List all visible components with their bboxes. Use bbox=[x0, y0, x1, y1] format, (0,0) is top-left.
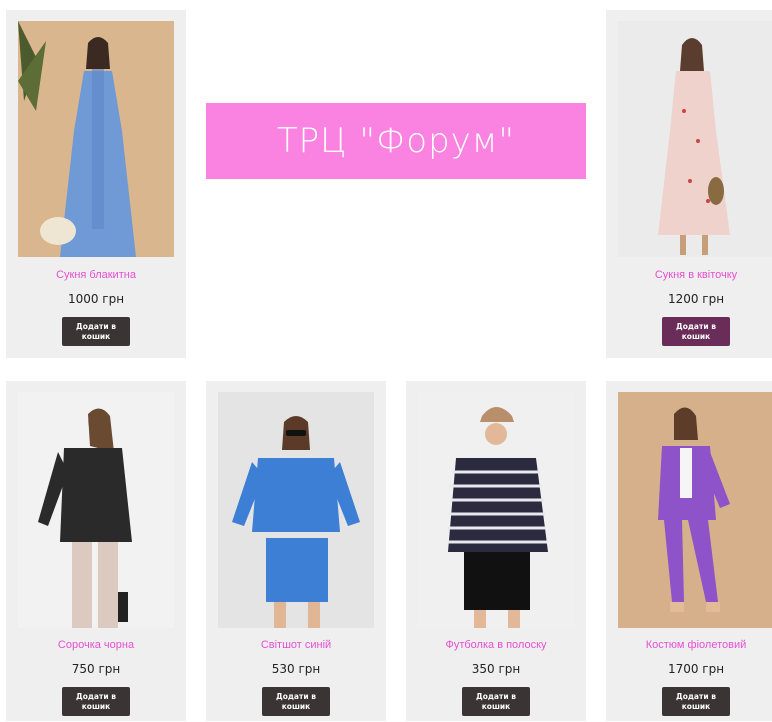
product-price: 1700 грн bbox=[667, 662, 725, 676]
product-card: Сорочка чорна 750 грн Додати в кошик bbox=[6, 381, 186, 721]
product-price: 350 грн bbox=[471, 662, 521, 676]
product-name-link[interactable]: Світшот синій bbox=[206, 639, 386, 651]
add-to-cart-button[interactable]: Додати в кошик bbox=[462, 687, 530, 716]
product-card: Футболка в полоску 350 грн Додати в коши… bbox=[406, 381, 586, 721]
add-to-cart-button[interactable]: Додати в кошик bbox=[662, 687, 730, 716]
product-card: Сукня в квіточку 1200 грн Додати в кошик bbox=[606, 10, 772, 358]
product-card: Костюм фіолетовий 1700 грн Додати в коши… bbox=[606, 381, 772, 721]
product-price: 1200 грн bbox=[667, 292, 725, 306]
add-to-cart-button[interactable]: Додати в кошик bbox=[62, 317, 130, 346]
product-image[interactable] bbox=[418, 392, 574, 628]
product-price: 530 грн bbox=[271, 662, 321, 676]
product-name-link[interactable]: Костюм фіолетовий bbox=[606, 639, 772, 651]
product-name-link[interactable]: Сорочка чорна bbox=[6, 639, 186, 651]
product-image[interactable] bbox=[218, 392, 374, 628]
product-card: Сукня блакитна 1000 грн Додати в кошик bbox=[6, 10, 186, 358]
product-name-link[interactable]: Футболка в полоску bbox=[406, 639, 586, 651]
product-name-link[interactable]: Сукня блакитна bbox=[6, 269, 186, 281]
add-to-cart-button[interactable]: Додати в кошик bbox=[662, 317, 730, 346]
add-to-cart-button[interactable]: Додати в кошик bbox=[62, 687, 130, 716]
product-image[interactable] bbox=[18, 21, 174, 257]
product-price: 1000 грн bbox=[67, 292, 125, 306]
product-image[interactable] bbox=[618, 392, 772, 628]
product-name-link[interactable]: Сукня в квіточку bbox=[606, 269, 772, 281]
product-price: 750 грн bbox=[71, 662, 121, 676]
banner-title: ТРЦ "Форум" bbox=[276, 121, 516, 161]
product-image[interactable] bbox=[618, 21, 772, 257]
add-to-cart-button[interactable]: Додати в кошик bbox=[262, 687, 330, 716]
store-banner: ТРЦ "Форум" bbox=[206, 103, 586, 179]
product-image[interactable] bbox=[18, 392, 174, 628]
product-card: Світшот синій 530 грн Додати в кошик bbox=[206, 381, 386, 721]
